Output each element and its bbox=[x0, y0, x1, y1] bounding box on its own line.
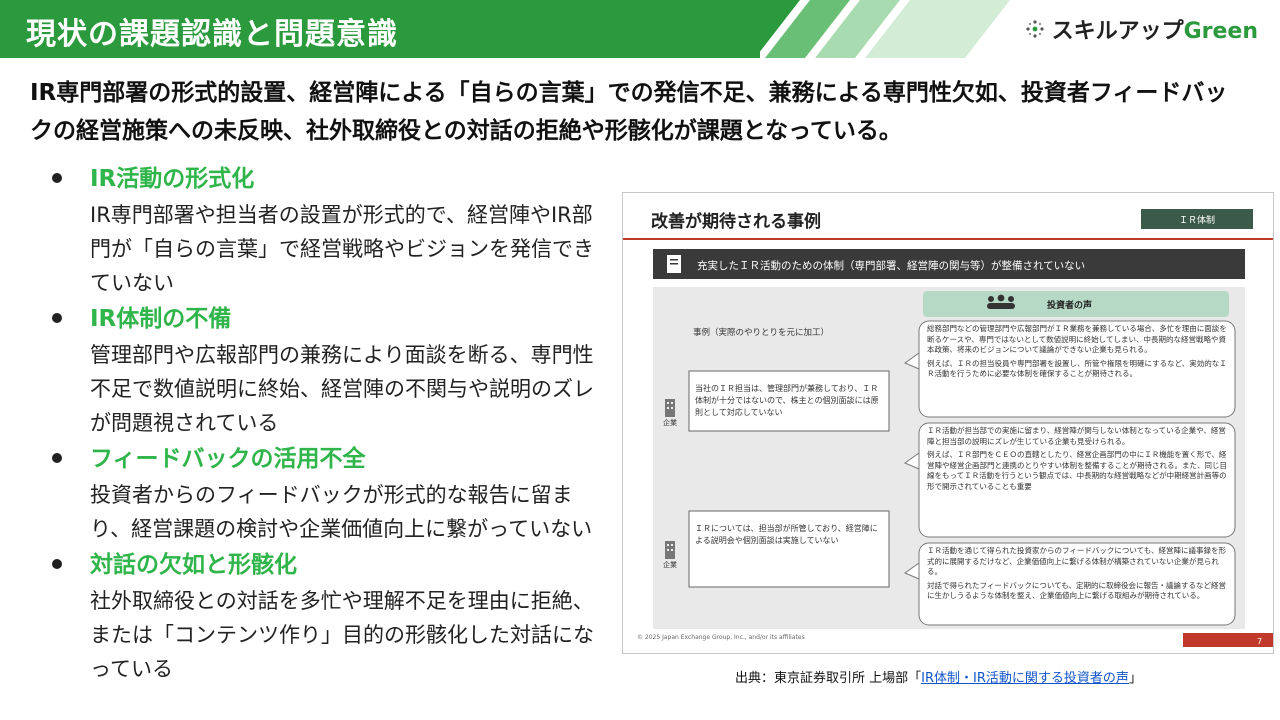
bullet-dot bbox=[52, 453, 62, 463]
brand-logo: スキルアップGreen bbox=[1024, 14, 1258, 44]
embedded-slide: 改善が期待される事例 ＩＲ体制 充実したＩＲ活動のための体制（専門部署、経営陣の… bbox=[622, 192, 1274, 654]
item-desc: 社外取締役との対話を多忙や理解不足を理由に拒絶、または「コンテンツ作り」目的の形… bbox=[90, 589, 594, 681]
bullet-dot bbox=[52, 173, 62, 183]
list-item: 対話の欠如と形骸化 社外取締役との対話を多忙や理解不足を理由に拒絶、または「コン… bbox=[50, 546, 610, 686]
list-item: IR活動の形式化 IR専門部署や担当者の設置が形式的で、経営陣やIR部門が「自ら… bbox=[50, 160, 610, 300]
voice-text-3: ＩＲ活動を通じて得られた投資家からのフィードバックについても、経営陣に議事録を形… bbox=[927, 546, 1227, 576]
voice-text-3b: 対話で得られたフィードバックについても、定期的に取締役会に報告・議論するなど経営… bbox=[927, 580, 1227, 601]
slide-figure: 改善が期待される事例 ＩＲ体制 充実したＩＲ活動のための体制（専門部署、経営陣の… bbox=[623, 193, 1273, 653]
building-icon bbox=[665, 541, 675, 559]
slide-page-number: 7 bbox=[1257, 637, 1262, 646]
list-item: フィードバックの活用不全 投資者からのフィードバックが形式的な報告に留まり、経営… bbox=[50, 440, 610, 546]
page-title: 現状の課題認識と問題意識 bbox=[26, 17, 398, 52]
document-icon bbox=[667, 255, 681, 273]
case-text-1: 当社のＩＲ担当は、管理部門が兼務しており、ＩＲ体制が十分ではないので、株主との個… bbox=[695, 384, 879, 417]
case-label: 事例（実際のやりとりを元に加工） bbox=[693, 327, 829, 338]
slide-tag: ＩＲ体制 bbox=[1179, 214, 1215, 226]
case-text-2: ＩＲについては、担当部が所管しており、経営陣による説明会や個別面談は実施していな… bbox=[695, 524, 878, 545]
source-prefix: 出典：東京証券取引所 上場部「 bbox=[735, 671, 922, 686]
slide-title: 改善が期待される事例 bbox=[651, 211, 821, 232]
item-desc: 管理部門や広報部門の兼務により面談を断る、専門性不足で数値説明に終始、経営陣の不… bbox=[90, 343, 594, 435]
voices-header: 投資者の声 bbox=[1047, 299, 1092, 311]
lead-paragraph: IR専門部署の形式的設置、経営陣による「自らの言葉」での発信不足、兼務による専門… bbox=[30, 80, 1228, 144]
item-title: 対話の欠如と形骸化 bbox=[90, 552, 297, 578]
source-citation: 出典：東京証券取引所 上場部「IR体制・IR活動に関する投資者の声」 bbox=[735, 667, 1142, 686]
voice-text-2: ＩＲ活動が担当部での実施に留まり、経営陣が関与しない体制となっている企業や、経営… bbox=[927, 426, 1226, 446]
bullet-dot bbox=[52, 559, 62, 569]
logo-text: スキルアップGreen bbox=[1051, 19, 1258, 44]
building-icon bbox=[665, 399, 675, 417]
slide-banner: 充実したＩＲ活動のための体制（専門部署、経営陣の関与等）が整備されていない bbox=[697, 259, 1085, 272]
item-title: IR活動の形式化 bbox=[90, 166, 255, 192]
list-item: IR体制の不備 管理部門や広報部門の兼務により面談を断る、専門性不足で数値説明に… bbox=[50, 300, 610, 440]
source-link[interactable]: IR体制・IR活動に関する投資者の声 bbox=[921, 671, 1129, 686]
item-desc: 投資者からのフィードバックが形式的な報告に留まり、経営課題の検討や企業価値向上に… bbox=[90, 483, 593, 541]
item-desc: IR専門部署や担当者の設置が形式的で、経営陣やIR部門が「自らの言葉」で経営戦略… bbox=[90, 203, 594, 295]
bullet-dot bbox=[52, 313, 62, 323]
item-title: IR体制の不備 bbox=[90, 306, 232, 332]
voice-text-1: 総務部門などの管理部門や広報部門がＩＲ業務を兼務している場合、多忙を理由に面談を… bbox=[927, 324, 1227, 354]
source-suffix: 」 bbox=[1128, 671, 1142, 686]
company-label: 企業 bbox=[663, 418, 677, 427]
slide-copyright: © 2025 Japan Exchange Group, Inc., and/o… bbox=[637, 634, 805, 641]
header: 現状の課題認識と問題意識 スキルアップGreen bbox=[0, 0, 1280, 58]
company-label: 企業 bbox=[663, 560, 677, 569]
voice-text-1b: 例えば、ＩＲの担当役員や専門部署を設置し、所管や権限を明確にするなど、実効的なＩ… bbox=[927, 358, 1227, 379]
issue-list: IR活動の形式化 IR専門部署や担当者の設置が形式的で、経営陣やIR部門が「自ら… bbox=[50, 160, 610, 686]
sparkle-dots-icon bbox=[1025, 20, 1044, 38]
voice-text-2b: 例えば、ＩＲ部門をＣＥＯの直轄としたり、経営企画部門の中にＩＲ機能を置く形で、経… bbox=[927, 450, 1227, 491]
item-title: フィードバックの活用不全 bbox=[90, 446, 366, 472]
